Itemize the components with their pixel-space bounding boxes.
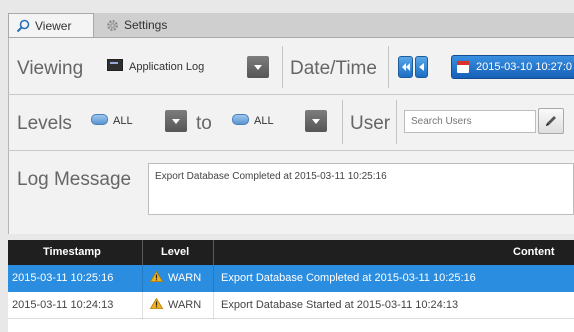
column-divider	[142, 265, 143, 292]
column-header-content[interactable]: Content	[513, 240, 555, 265]
level-pill-icon	[232, 114, 249, 125]
tab-settings[interactable]: Settings	[96, 13, 186, 37]
row-divider	[8, 150, 574, 151]
chevron-down-icon[interactable]	[305, 110, 327, 132]
divider	[388, 46, 389, 88]
tab-bar: Viewer Settings	[8, 13, 574, 38]
application-log-icon	[107, 59, 123, 71]
row-content: Export Database Completed at 2015-03-11 …	[221, 272, 476, 284]
table-row[interactable]: 2015-03-11 10:25:16 WARN Export Database…	[8, 265, 574, 292]
log-message-field[interactable]: Export Database Completed at 2015-03-11 …	[148, 163, 574, 215]
column-header-level[interactable]: Level	[161, 240, 189, 265]
level-to-select[interactable]: ALL	[232, 110, 332, 132]
divider	[342, 100, 343, 144]
calendar-icon	[457, 61, 469, 73]
column-divider	[142, 240, 143, 265]
table-row[interactable]: 2015-03-11 10:24:13 WARN Export Database…	[8, 292, 574, 319]
tab-viewer[interactable]: Viewer	[8, 13, 94, 37]
column-divider	[142, 292, 143, 319]
row-timestamp: 2015-03-11 10:24:13	[12, 299, 114, 311]
to-label: to	[196, 113, 212, 134]
log-message-label: Log Message	[17, 169, 132, 190]
previous-button[interactable]	[415, 56, 428, 78]
search-icon	[16, 19, 30, 33]
level-to-text: ALL	[254, 115, 274, 127]
chevron-down-icon[interactable]	[247, 56, 269, 78]
source-select[interactable]: Application Log	[103, 56, 273, 78]
user-label: User	[350, 113, 391, 134]
warning-icon	[150, 298, 163, 309]
table-header: Timestamp Level Content	[8, 240, 574, 265]
level-to-value: ALL	[232, 110, 274, 132]
viewing-label: Viewing	[17, 58, 84, 79]
column-divider	[213, 265, 214, 292]
row-timestamp: 2015-03-11 10:25:16	[12, 272, 114, 284]
search-users-input[interactable]	[404, 110, 536, 133]
row-level-text: WARN	[168, 299, 202, 311]
log-viewer-window: Viewer Settings Viewing Application Log …	[0, 0, 574, 332]
column-divider	[213, 292, 214, 319]
level-from-text: ALL	[113, 115, 133, 127]
column-header-timestamp[interactable]: Timestamp	[43, 240, 101, 265]
chevron-left-icon	[419, 63, 424, 71]
row-level-text: WARN	[168, 272, 202, 284]
edit-user-button[interactable]	[538, 108, 564, 134]
source-select-value: Application Log	[107, 56, 204, 78]
divider	[396, 100, 397, 144]
level-from-value: ALL	[91, 110, 133, 132]
column-divider	[213, 240, 214, 265]
tab-viewer-label: Viewer	[35, 19, 72, 33]
source-select-text: Application Log	[129, 61, 205, 73]
datetime-label: Date/Time	[290, 58, 377, 79]
pencil-icon	[546, 116, 556, 126]
row-content: Export Database Started at 2015-03-11 10…	[221, 299, 459, 311]
tab-settings-label: Settings	[124, 18, 168, 32]
level-pill-icon	[91, 114, 108, 125]
first-page-button[interactable]	[398, 56, 413, 78]
row-level: WARN	[150, 265, 201, 292]
row-level: WARN	[150, 292, 201, 319]
level-from-select[interactable]: ALL	[91, 110, 191, 132]
datetime-picker[interactable]: 2015-03-10 10:27:0	[451, 55, 574, 79]
double-chevron-left-icon	[402, 63, 410, 71]
levels-label: Levels	[17, 113, 72, 134]
log-table: Timestamp Level Content 2015-03-11 10:25…	[8, 240, 574, 332]
warning-icon	[150, 271, 163, 282]
gear-icon	[107, 20, 118, 31]
chevron-down-icon[interactable]	[165, 110, 187, 132]
divider	[282, 46, 283, 88]
row-divider	[8, 94, 574, 95]
datetime-value: 2015-03-10 10:27:0	[476, 61, 573, 73]
